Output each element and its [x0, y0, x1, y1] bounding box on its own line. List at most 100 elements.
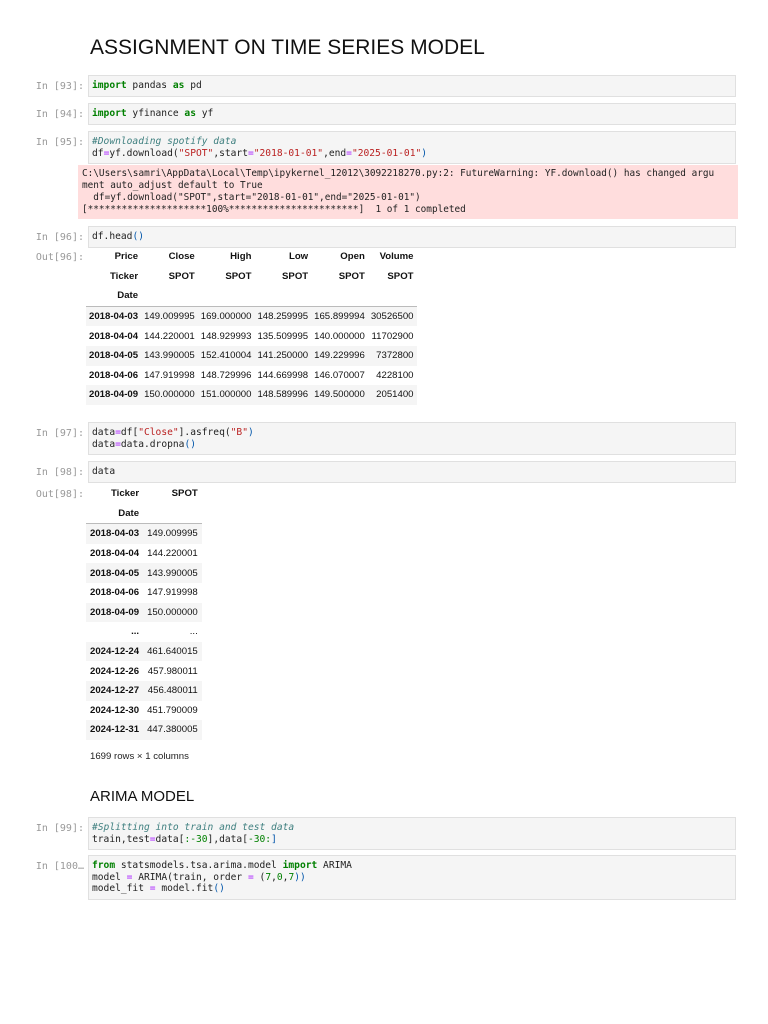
code-token: data[ [155, 833, 185, 845]
code-token: () [184, 438, 196, 450]
code-line: model_fit = model.fit() [92, 883, 732, 895]
table-cell: 148.929993 [200, 330, 252, 342]
table-row: 2018-04-06 147.919998 148.729996 144.669998… [86, 366, 417, 386]
dataframe-head-table: Price Close High Low Open Volume Ticker SPOT SPO… [86, 247, 417, 405]
code-token: model.fit [155, 883, 214, 894]
input-prompt: In [97]: [35, 428, 84, 439]
column-header [254, 286, 312, 307]
code-token: ,end [323, 147, 347, 159]
code-token: from [92, 860, 116, 871]
stderr-line: [*********************100%**************… [82, 204, 466, 215]
row-index: 2018-04-05 [89, 350, 139, 362]
code-cell[interactable]: df.head() [88, 226, 736, 248]
column-header [141, 286, 198, 307]
input-prompt: In [100… [35, 861, 84, 872]
code-token: import [92, 80, 127, 91]
header-row: Ticker SPOT [86, 484, 202, 504]
code-cell[interactable]: data=df["Close"].asfreq("B") data=data.dr… [88, 422, 736, 455]
code-token: ARIMA(train, order [132, 871, 248, 883]
code-token: yf [195, 108, 214, 119]
code-line: data=data.dropna() [92, 439, 732, 451]
column-header: SPOT [282, 270, 309, 282]
table-cell: 152.410004 [200, 350, 252, 362]
table-cell: 150.000000 [147, 606, 198, 618]
code-line: data=df["Close"].asfreq("B") [92, 427, 732, 439]
table-cell: 149.009995 [144, 311, 195, 323]
table-cell: 11702900 [371, 330, 414, 342]
table-cell: 144.220001 [147, 548, 198, 560]
code-token: ) [421, 147, 428, 159]
table-cell: 451.790009 [147, 704, 198, 716]
column-header: Price [114, 251, 139, 263]
input-prompt: In [94]: [35, 109, 84, 120]
code-cell[interactable]: import pandas as pd [88, 75, 736, 97]
column-header: Open [340, 251, 365, 263]
code-token: train,test [92, 833, 150, 845]
input-prompt: In [95]: [35, 137, 84, 148]
code-token: statsmodels.tsa.arima.model [115, 860, 283, 871]
code-token: data [92, 438, 116, 450]
column-header: High [230, 251, 252, 263]
code-token: ARIMA [317, 860, 352, 871]
stderr-line: df=yf.download("SPOT",start="2018-01-01"… [82, 192, 421, 203]
column-header [367, 286, 417, 307]
code-line: #Splitting into train and test data [92, 822, 732, 834]
table-cell: 148.259995 [257, 311, 309, 323]
code-token: "2018-01-01" [253, 147, 324, 159]
row-index: ... [131, 626, 140, 638]
table-row: 2018-04-05 143.990005 [86, 563, 202, 583]
table-row: 2024-12-31 447.380005 [86, 720, 202, 740]
row-index: 2018-04-03 [90, 528, 140, 540]
close-series-table: Ticker SPOT Date 2018-04-03 149.009995 2018-0… [86, 484, 202, 740]
code-token: import [282, 860, 318, 871]
table-cell: 149.500000 [314, 389, 365, 401]
table-cell: 144.669998 [257, 369, 309, 381]
code-line: model = ARIMA(train, order = (7,0,7)) [92, 872, 732, 884]
code-token: model [92, 871, 127, 883]
code-token: ( [253, 871, 266, 883]
code-line: from statsmodels.tsa.arima.model import … [92, 860, 732, 872]
code-token: pd [184, 80, 202, 91]
table-cell: 149.229996 [314, 350, 365, 362]
column-header: Date [86, 286, 142, 307]
column-header: SPOT [387, 270, 414, 282]
row-index: 2024-12-26 [90, 665, 140, 677]
table-row: 2018-04-04 144.220001 [86, 544, 202, 564]
code-cell[interactable]: data [88, 461, 736, 483]
code-token: ,start [213, 147, 248, 159]
code-cell[interactable]: #Downloading spotify data df=yf.download(… [88, 131, 736, 164]
output-prompt: Out[96]: [35, 252, 84, 263]
row-index: 2018-04-04 [89, 330, 139, 342]
code-token: ] [271, 833, 277, 845]
input-prompt: In [96]: [35, 232, 84, 243]
code-line: #Downloading spotify data [92, 136, 732, 148]
table-cell: 150.000000 [144, 389, 195, 401]
table-row: 2018-04-03 149.009995 169.000000 148.259995… [86, 306, 417, 327]
input-prompt: In [99]: [35, 823, 84, 834]
table-cell: 2051400 [376, 389, 414, 401]
stderr-line: C:\Users\samri\AppData\Local\Temp\ipyker… [82, 168, 715, 179]
header-row: Date [86, 286, 417, 307]
table-row: 2024-12-26 457.980011 [86, 661, 202, 681]
column-header: Ticker [110, 488, 140, 500]
table-cell: 149.009995 [147, 528, 198, 540]
row-index: 2024-12-31 [90, 724, 140, 736]
table-cell: 147.919998 [144, 369, 195, 381]
code-cell[interactable]: import yfinance as yf [88, 103, 736, 125]
header-row: Date [86, 503, 202, 525]
row-index: 2018-04-09 [89, 389, 139, 401]
code-token: ].asfreq( [178, 427, 231, 438]
table-row: 2018-04-05 143.990005 152.410004 141.250000… [86, 345, 417, 366]
code-cell[interactable]: from statsmodels.tsa.arima.model import … [88, 855, 736, 900]
column-header: Volume [379, 251, 414, 263]
code-token: data [92, 427, 116, 438]
section-heading: ARIMA MODEL [90, 788, 195, 805]
code-cell[interactable]: #Splitting into train and test data train… [88, 817, 736, 850]
table-row: 2018-04-04 144.220001 148.929993 135.509995… [86, 326, 417, 346]
header-row: Ticker SPOT SPOT SPOT SPOT SPOT [86, 267, 417, 287]
table-row: 2024-12-30 451.790009 [86, 701, 202, 721]
table-row: 2024-12-27 456.480011 [86, 680, 202, 701]
code-token: ],data[ [207, 833, 248, 845]
code-token: as [184, 108, 196, 119]
code-token: model_fit [92, 883, 150, 894]
